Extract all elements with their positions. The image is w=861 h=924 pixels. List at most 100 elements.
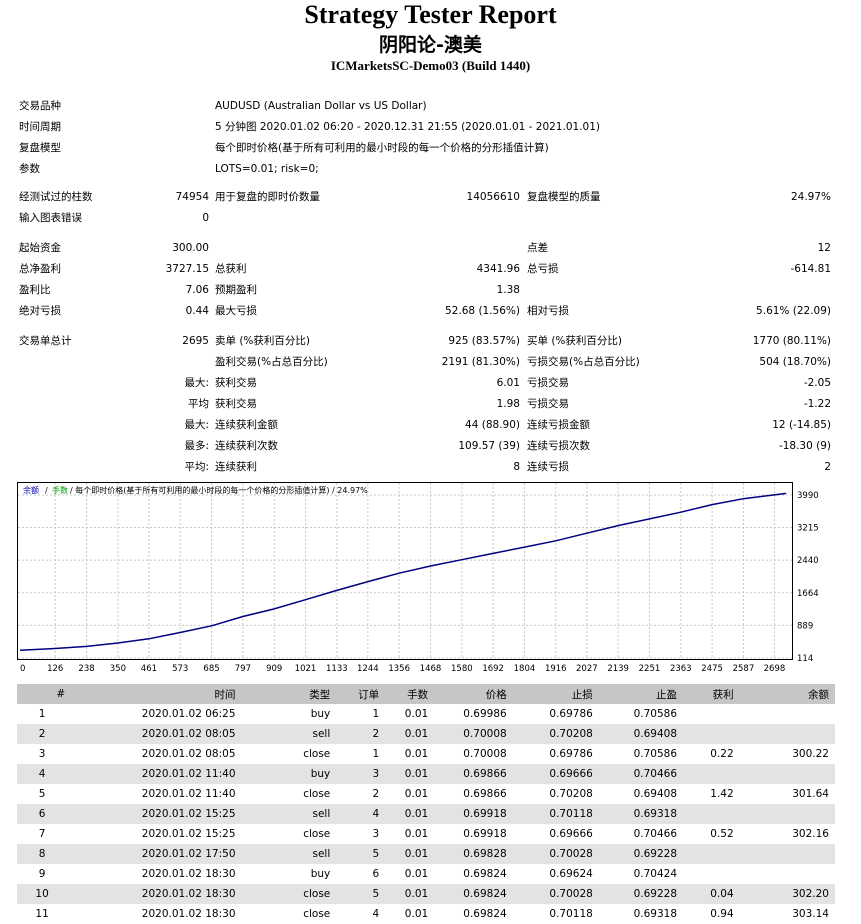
col-tp-header: 止盈 [656,688,678,701]
trade-index-cell: 10 [35,888,49,900]
absolute-drawdown-label: 绝对亏损 [19,305,61,317]
relative-drawdown-label: 相对亏损 [527,305,569,317]
params-label: 参数 [19,163,40,175]
net-profit-label: 总净盈利 [19,263,61,275]
largest-profit-value: 6.01 [496,377,520,389]
trade-time-cell: 2020.01.02 18:30 [141,888,236,900]
x-tick-label: 1692 [482,664,504,674]
legend-separator: / [45,486,48,495]
spread-label: 点差 [527,242,548,254]
col-lots-header: 手数 [407,688,429,701]
trade-price-cell: 0.69918 [463,828,507,840]
trade-price-cell: 0.69824 [463,868,507,880]
trade-time-cell: 2020.01.02 15:25 [141,808,236,820]
server-info: ICMarketsSC-Demo03 (Build 1440) [330,58,531,73]
trade-type-cell: close [303,788,331,800]
y-tick-label: 3215 [797,524,819,534]
trade-price-cell: 0.69866 [463,788,507,800]
trade-order-cell: 5 [372,888,380,900]
max-consecutive-prefix: 最大: [184,419,209,431]
average-loss-value: -1.22 [803,398,831,410]
chart-legend: 余额 / 手数 / 每个即时价格(基于所有可利用的最小时段的每一个价格的分形插值… [23,485,368,495]
trade-index-cell: 2 [38,728,46,740]
x-tick-label: 909 [266,664,282,674]
trade-order-cell: 4 [372,908,380,920]
profit-trades-value: 2191 (81.30%) [441,356,520,368]
trade-time-cell: 2020.01.02 18:30 [141,868,236,880]
profit-trades-label: 盈利交易(%占总百分比) [215,356,328,368]
x-tick-label: 1244 [357,664,379,674]
trade-index-cell: 5 [38,788,46,800]
trades-header-row: # 时间 类型 订单 手数 价格 止损 止盈 获利 余额 [17,684,835,704]
x-tick-label: 1468 [420,664,442,674]
trade-tp-cell: 0.69318 [633,808,678,820]
y-tick-label: 114 [797,654,813,664]
max-consecutive-wins-value: 44 (88.90) [465,419,520,431]
trade-index-cell: 11 [35,908,49,920]
trade-lots-cell: 0.01 [404,808,429,820]
col-order-header: 订单 [358,688,380,701]
trade-type-cell: sell [312,848,331,860]
profit-factor-label: 盈利比 [19,284,51,296]
x-tick-label: 2139 [607,664,629,674]
bars-value: 74954 [175,191,209,203]
trade-row: 5 2020.01.02 11:40 close 2 0.01 0.69866 0.7020… [17,784,835,804]
period-label: 时间周期 [19,121,61,133]
trade-lots-cell: 0.01 [404,848,429,860]
x-tick-label: 573 [172,664,188,674]
trade-row: 9 2020.01.02 18:30 buy 6 0.01 0.69824 0.69624 0… [17,864,835,884]
trade-balance-cell [740,844,835,864]
trade-price-cell: 0.69828 [463,848,507,860]
trade-type-cell: close [303,908,331,920]
trade-tp-cell: 0.70586 [633,708,678,720]
trade-profit-cell [683,704,740,724]
average-profit-label: 获利交易 [215,398,257,410]
params-value: LOTS=0.01; risk=0; [215,163,319,175]
x-tick-label: 2027 [576,664,598,674]
trade-order-cell: 1 [372,708,380,720]
trade-type-cell: sell [312,808,331,820]
trade-tp-cell: 0.70466 [633,768,678,780]
trades-table: # 时间 类型 订单 手数 价格 止损 止盈 获利 余额 1 2020.01.02 06:25 buy… [17,684,835,924]
trade-lots-cell: 0.01 [404,748,429,760]
trade-price-cell: 0.69824 [463,908,507,920]
trade-balance-cell [740,864,835,884]
trade-index-cell: 6 [38,808,46,820]
trade-order-cell: 6 [372,868,380,880]
col-index-header: # [56,688,66,700]
col-time-header: 时间 [214,688,236,701]
trade-balance-cell: 303.14 [792,908,829,920]
trade-tp-cell: 0.69408 [633,788,678,800]
short-positions-value: 925 (83.57%) [448,335,520,347]
trade-balance-cell [740,724,835,744]
largest-profit-label: 获利交易 [215,377,257,389]
trade-order-cell: 5 [372,848,380,860]
trade-sl-cell: 0.70028 [549,848,593,860]
trade-price-cell: 0.69866 [463,768,507,780]
trade-time-cell: 2020.01.02 06:25 [141,708,236,720]
largest-loss-value: -2.05 [803,377,831,389]
legend-lot: 手数 [52,485,68,495]
trade-row: 10 2020.01.02 18:30 close 5 0.01 0.69824 0.700… [17,884,835,904]
maximal-consecutive-loss-label: 连续亏损次数 [527,440,590,452]
x-tick-label: 461 [141,664,157,674]
trade-type-cell: buy [310,768,331,780]
trade-time-cell: 2020.01.02 11:40 [141,768,236,780]
trade-index-cell: 9 [38,868,46,880]
x-tick-label: 1021 [295,664,317,674]
trade-index-cell: 1 [38,708,46,720]
average-consecutive-wins-value: 8 [513,461,520,473]
total-trades-label: 交易单总计 [19,335,72,347]
trade-row: 1 2020.01.02 06:25 buy 1 0.01 0.69986 0.69786 0… [17,704,835,724]
trade-index-cell: 4 [38,768,46,780]
x-tick-label: 2587 [733,664,755,674]
ticks-value: 14056610 [466,191,520,203]
col-type-header: 类型 [309,688,331,701]
quality-label: 复盘模型的质量 [527,191,601,203]
trade-profit-cell [683,724,740,744]
x-tick-label: 685 [203,664,219,674]
trade-row: 7 2020.01.02 15:25 close 3 0.01 0.69918 0.6966… [17,824,835,844]
trade-order-cell: 2 [372,788,380,800]
trade-profit-cell: 0.94 [710,908,734,920]
largest-loss-label: 亏损交易 [527,377,569,389]
